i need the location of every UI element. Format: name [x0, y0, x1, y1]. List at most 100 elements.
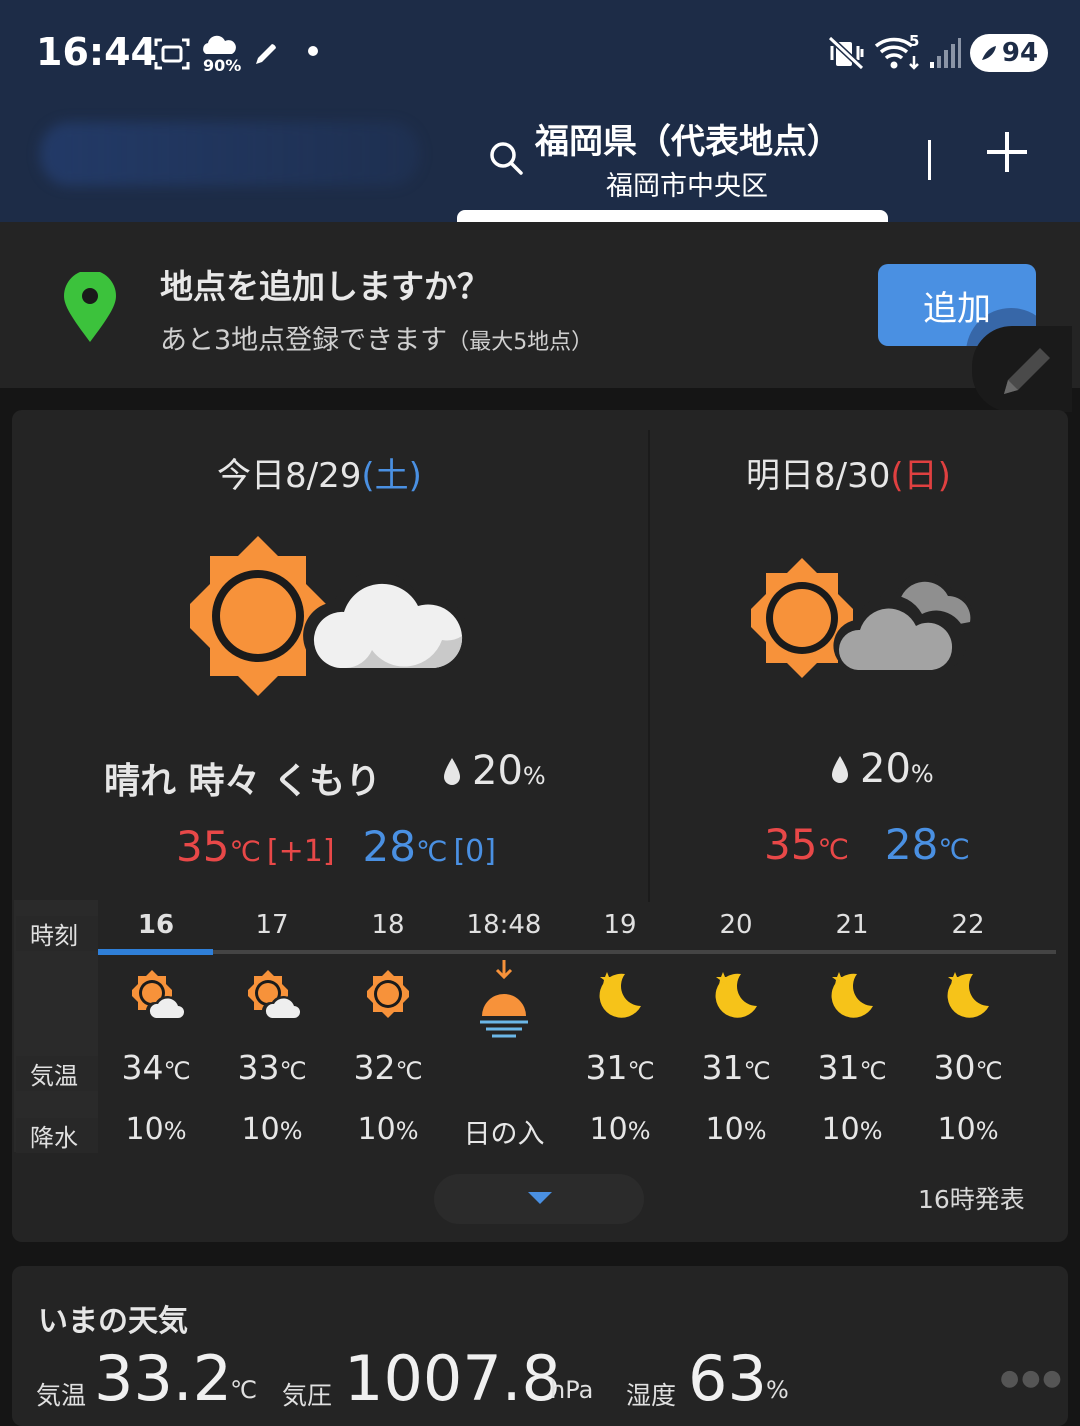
current-pressure: 1007.8: [344, 1342, 561, 1415]
hour-temp-value: 32: [353, 1048, 396, 1087]
today-low: 28: [362, 822, 416, 871]
hour-temperature: 33℃: [214, 1048, 330, 1087]
edit-fab[interactable]: [972, 326, 1072, 412]
today-low-unit: ℃: [416, 835, 448, 868]
label-temp: 気温: [16, 1056, 98, 1091]
search-icon[interactable]: [488, 140, 524, 176]
column-divider: [648, 430, 650, 902]
battery-indicator: 94: [970, 34, 1048, 72]
app-header: 16:44 90% 5 94 福岡県（代表地点） 福岡市中央区: [0, 0, 1080, 224]
sunset-label: 日の入: [463, 1119, 545, 1150]
hour-temp-value: 31: [817, 1048, 860, 1087]
map-pin-icon: [64, 272, 116, 342]
hour-label: 19: [603, 910, 637, 940]
current-title: いまの天気: [38, 1304, 188, 1339]
hour-temperature: 32℃: [330, 1048, 446, 1087]
today-high-diff: [+1]: [266, 834, 335, 869]
location-subtitle: 福岡市中央区: [606, 171, 768, 202]
tomorrow-weekday: (日): [890, 456, 951, 496]
published-time: 16時発表: [918, 1185, 1025, 1214]
hourly-forecast[interactable]: 時刻 気温 降水 16 34℃ 10% 17 33℃ 10% 18 32℃ 10% 18:48 日の…: [12, 900, 1068, 1153]
battery-saver-icon: [981, 46, 996, 60]
hour-temp-unit: ℃: [743, 1057, 771, 1085]
hour-temp-unit: ℃: [279, 1057, 307, 1085]
header-divider: [928, 140, 931, 180]
tomorrow-precip: 20%: [830, 746, 934, 792]
current-humidity-unit: %: [766, 1376, 789, 1404]
hour-precip: 10%: [98, 1112, 214, 1147]
current-pressure-unit: hPa: [550, 1376, 594, 1404]
sun-cloud-icon: [98, 968, 214, 1028]
sun-icon: [330, 968, 446, 1028]
today-date: 今日8/29: [217, 456, 362, 496]
hour-temp-unit: ℃: [627, 1057, 655, 1085]
label-time: 時刻: [16, 916, 98, 951]
hour-label: 17: [255, 910, 289, 940]
label-rain: 降水: [16, 1118, 98, 1153]
add-location-plus-icon[interactable]: [983, 128, 1031, 176]
umbrella-cloud-icon: [203, 35, 236, 54]
hour-precip-unit: %: [743, 1117, 767, 1145]
hour-precip: 10%: [794, 1112, 910, 1147]
tomorrow-pop-unit: %: [910, 760, 934, 788]
hour-precip-unit: %: [859, 1117, 883, 1145]
hour-label: 22: [951, 910, 985, 940]
timeline-current: [98, 949, 213, 955]
rain-badge: 90%: [203, 56, 242, 75]
tomorrow-temperatures: 35 ℃ 28 ℃: [764, 820, 970, 869]
hour-precip-unit: %: [395, 1117, 419, 1145]
network-badge: 5: [909, 32, 920, 50]
hour-temp-value: 30: [933, 1048, 976, 1087]
moon-star-icon: [910, 968, 1026, 1028]
hour-temperature: 34℃: [98, 1048, 214, 1087]
today-heading: 今日8/29(土): [217, 448, 422, 497]
current-temp-unit: ℃: [230, 1376, 257, 1404]
current-humidity: 63: [688, 1342, 767, 1415]
hour-precip: 10%: [910, 1112, 1026, 1147]
tomorrow-low-unit: ℃: [938, 833, 970, 866]
tomorrow-pop: 20: [860, 746, 911, 792]
banner-sub-note: （最大5地点）: [447, 330, 594, 355]
hour-label: 16: [137, 910, 175, 940]
hour-precip-unit: %: [627, 1117, 651, 1145]
moon-star-icon: [794, 968, 910, 1028]
sunset-icon: [446, 960, 562, 1046]
mute-vibrate-icon: [828, 36, 865, 70]
moon-star-icon: [678, 968, 794, 1028]
hour-precip-value: 10: [937, 1112, 976, 1147]
raindrop-icon: [832, 756, 848, 783]
status-bar: 16:44 90% 5 94: [0, 0, 1080, 100]
hour-temp-unit: ℃: [975, 1057, 1003, 1085]
hour-precip-unit: %: [163, 1117, 187, 1145]
tomorrow-heading: 明日8/30(日): [746, 448, 951, 497]
sun-cloud-icon: [214, 968, 330, 1028]
hour-label: 21: [835, 910, 869, 940]
hour-precip: 10%: [678, 1112, 794, 1147]
location-title[interactable]: 福岡県（代表地点）: [535, 114, 841, 163]
today-pop: 20: [472, 748, 523, 794]
hour-precip-value: 10: [125, 1112, 164, 1147]
hour-temp-value: 33: [237, 1048, 280, 1087]
today-temperatures: 35 ℃ [+1] 28 ℃ [0]: [176, 822, 496, 871]
current-temp: 33.2: [94, 1342, 233, 1415]
hour-temp-value: 31: [585, 1048, 628, 1087]
hour-temp-unit: ℃: [859, 1057, 887, 1085]
today-low-diff: [0]: [453, 834, 496, 869]
more-dots-icon[interactable]: ●●●: [1000, 1366, 1064, 1391]
hour-label: 20: [719, 910, 753, 940]
hour-precip-value: 10: [357, 1112, 396, 1147]
current-weather-card: いまの天気 気温 33.2 ℃ 気圧 1007.8 hPa 湿度 63 % ●●…: [12, 1266, 1068, 1426]
current-humidity-label: 湿度: [626, 1381, 677, 1410]
hour-temp-unit: ℃: [395, 1057, 423, 1085]
sun-cloud-large-icon: [190, 536, 469, 696]
hour-precip-value: 10: [821, 1112, 860, 1147]
signal-icon: [930, 38, 961, 68]
previous-location-tab[interactable]: [40, 122, 420, 186]
dot-icon: [308, 46, 318, 56]
current-pressure-label: 気圧: [282, 1381, 333, 1410]
tomorrow-high: 35: [764, 820, 818, 869]
sun-cloudy-large-icon: [751, 558, 973, 678]
hour-temperature: 31℃: [678, 1048, 794, 1087]
expand-hourly-button[interactable]: [434, 1174, 644, 1224]
hour-precip-value: 10: [589, 1112, 628, 1147]
